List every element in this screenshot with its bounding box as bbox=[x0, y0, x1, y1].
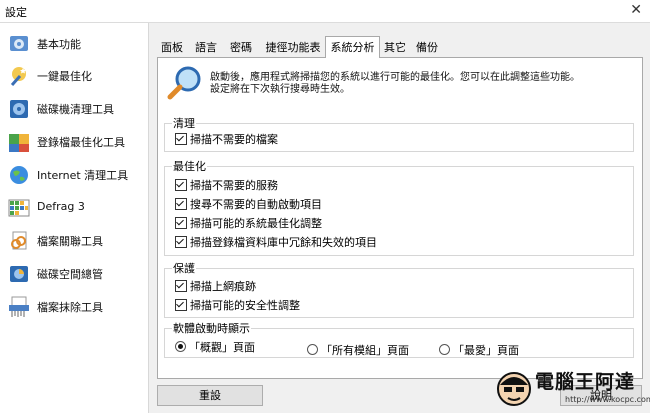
tab-system-analysis[interactable]: 系統分析 bbox=[325, 36, 380, 58]
radio-icon[interactable] bbox=[307, 344, 318, 355]
checkbox-scan-security-tweaks[interactable]: 掃描可能的安全性調整 bbox=[175, 297, 300, 313]
magnifier-icon bbox=[167, 66, 201, 100]
sidebar-item-registry[interactable]: 登錄檔最佳化工具 bbox=[0, 127, 148, 155]
intro-line-1: 啟動後，應用程式將掃描您的系統以進行可能的最佳化。您可以在此調整這些功能。 bbox=[210, 72, 580, 83]
sidebar-item-internet[interactable]: Internet 清理工具 bbox=[0, 160, 148, 188]
registry-icon bbox=[9, 134, 29, 152]
tab-backup[interactable]: 備份 bbox=[414, 38, 440, 57]
checkbox-checked-icon[interactable] bbox=[175, 280, 187, 292]
checkbox-checked-icon[interactable] bbox=[175, 299, 187, 311]
tab-panel[interactable]: 面板 bbox=[157, 38, 187, 57]
sidebar: 基本功能 一鍵最佳化 磁碟機清理工具 登錄檔最佳化工具 Internet 清理工… bbox=[0, 23, 149, 413]
intro-description: 啟動後，應用程式將掃描您的系統以進行可能的最佳化。您可以在此調整這些功能。 設定… bbox=[210, 72, 630, 96]
watermark-url: http://www.kocpc.com.tw bbox=[565, 395, 650, 404]
reset-button[interactable]: 重設 bbox=[157, 385, 263, 406]
intro-line-2: 設定將在下次執行搜尋時生效。 bbox=[210, 84, 350, 95]
disk-space-icon bbox=[10, 266, 28, 282]
checkbox-scan-unneeded-files[interactable]: 掃描不需要的檔案 bbox=[175, 131, 278, 147]
close-icon[interactable]: ✕ bbox=[630, 2, 642, 18]
title-bar: 設定 ✕ bbox=[0, 0, 650, 23]
group-title-protect: 保護 bbox=[172, 260, 196, 276]
sidebar-item-label: 基本功能 bbox=[37, 38, 81, 51]
shredder-icon bbox=[9, 296, 29, 317]
checkbox-checked-icon[interactable] bbox=[175, 179, 187, 191]
watermark: 電腦王阿達 http://www.kocpc.com.tw bbox=[495, 365, 650, 411]
sidebar-item-label: 檔案抹除工具 bbox=[37, 301, 103, 314]
tab-shortcut-menu[interactable]: 捷徑功能表 bbox=[261, 38, 325, 57]
radio-favorites-page[interactable]: 「最愛」頁面 bbox=[439, 342, 519, 358]
sidebar-item-label: 磁碟空間總管 bbox=[37, 268, 103, 281]
sidebar-item-label: 登錄檔最佳化工具 bbox=[37, 136, 125, 149]
group-title-clean: 清理 bbox=[172, 115, 196, 131]
sidebar-item-label: 檔案關聯工具 bbox=[37, 235, 103, 248]
system-analysis-panel: 啟動後，應用程式將掃描您的系統以進行可能的最佳化。您可以在此調整這些功能。 設定… bbox=[157, 57, 643, 379]
window-title: 設定 bbox=[5, 6, 27, 19]
radio-icon[interactable] bbox=[439, 344, 450, 355]
radio-selected-icon[interactable] bbox=[175, 341, 186, 352]
sidebar-item-label: 磁碟機清理工具 bbox=[37, 103, 114, 116]
tab-language[interactable]: 語言 bbox=[191, 38, 221, 57]
checkbox-scan-browsing-traces[interactable]: 掃描上網痕跡 bbox=[175, 278, 256, 294]
sidebar-item-one-click[interactable]: 一鍵最佳化 bbox=[0, 61, 148, 89]
group-title-startup-view: 軟體啟動時顯示 bbox=[172, 320, 251, 336]
sidebar-item-file-shredder[interactable]: 檔案抹除工具 bbox=[0, 292, 148, 320]
checkbox-checked-icon[interactable] bbox=[175, 133, 187, 145]
sidebar-item-disk-space[interactable]: 磁碟空間總管 bbox=[0, 259, 148, 287]
magic-wand-icon bbox=[10, 67, 26, 86]
gear-icon bbox=[10, 36, 28, 51]
disk-cleanup-icon bbox=[10, 100, 28, 118]
radio-overview-page[interactable]: 「概觀」頁面 bbox=[175, 339, 255, 355]
sidebar-item-file-association[interactable]: 檔案關聯工具 bbox=[0, 226, 148, 254]
sidebar-item-label: 一鍵最佳化 bbox=[37, 70, 92, 83]
checkbox-scan-system-tweaks[interactable]: 掃描可能的系統最佳化調整 bbox=[175, 215, 322, 231]
checkbox-search-autostart-items[interactable]: 搜尋不需要的自動啟動項目 bbox=[175, 196, 322, 212]
checkbox-checked-icon[interactable] bbox=[175, 217, 187, 229]
checkbox-scan-unneeded-services[interactable]: 掃描不需要的服務 bbox=[175, 177, 278, 193]
checkbox-scan-registry-redundant[interactable]: 掃描登錄檔資料庫中冗餘和失效的項目 bbox=[175, 234, 377, 250]
sidebar-item-label: Internet 清理工具 bbox=[37, 169, 129, 182]
watermark-brand: 電腦王阿達 bbox=[535, 371, 636, 393]
checkbox-checked-icon[interactable] bbox=[175, 198, 187, 210]
defrag-grid-icon bbox=[8, 199, 30, 217]
file-link-icon bbox=[11, 231, 27, 250]
sidebar-item-disk-cleanup[interactable]: 磁碟機清理工具 bbox=[0, 94, 148, 122]
sidebar-item-label: Defrag 3 bbox=[37, 200, 85, 213]
globe-icon bbox=[10, 166, 28, 184]
radio-all-modules-page[interactable]: 「所有模組」頁面 bbox=[307, 342, 409, 358]
tab-password[interactable]: 密碼 bbox=[226, 38, 256, 57]
tab-other[interactable]: 其它 bbox=[382, 38, 408, 57]
sidebar-item-basic[interactable]: 基本功能 bbox=[0, 29, 148, 57]
sidebar-item-defrag[interactable]: Defrag 3 bbox=[0, 193, 148, 221]
group-title-optimize: 最佳化 bbox=[172, 158, 207, 174]
mascot-logo-icon bbox=[497, 372, 531, 406]
checkbox-checked-icon[interactable] bbox=[175, 236, 187, 248]
